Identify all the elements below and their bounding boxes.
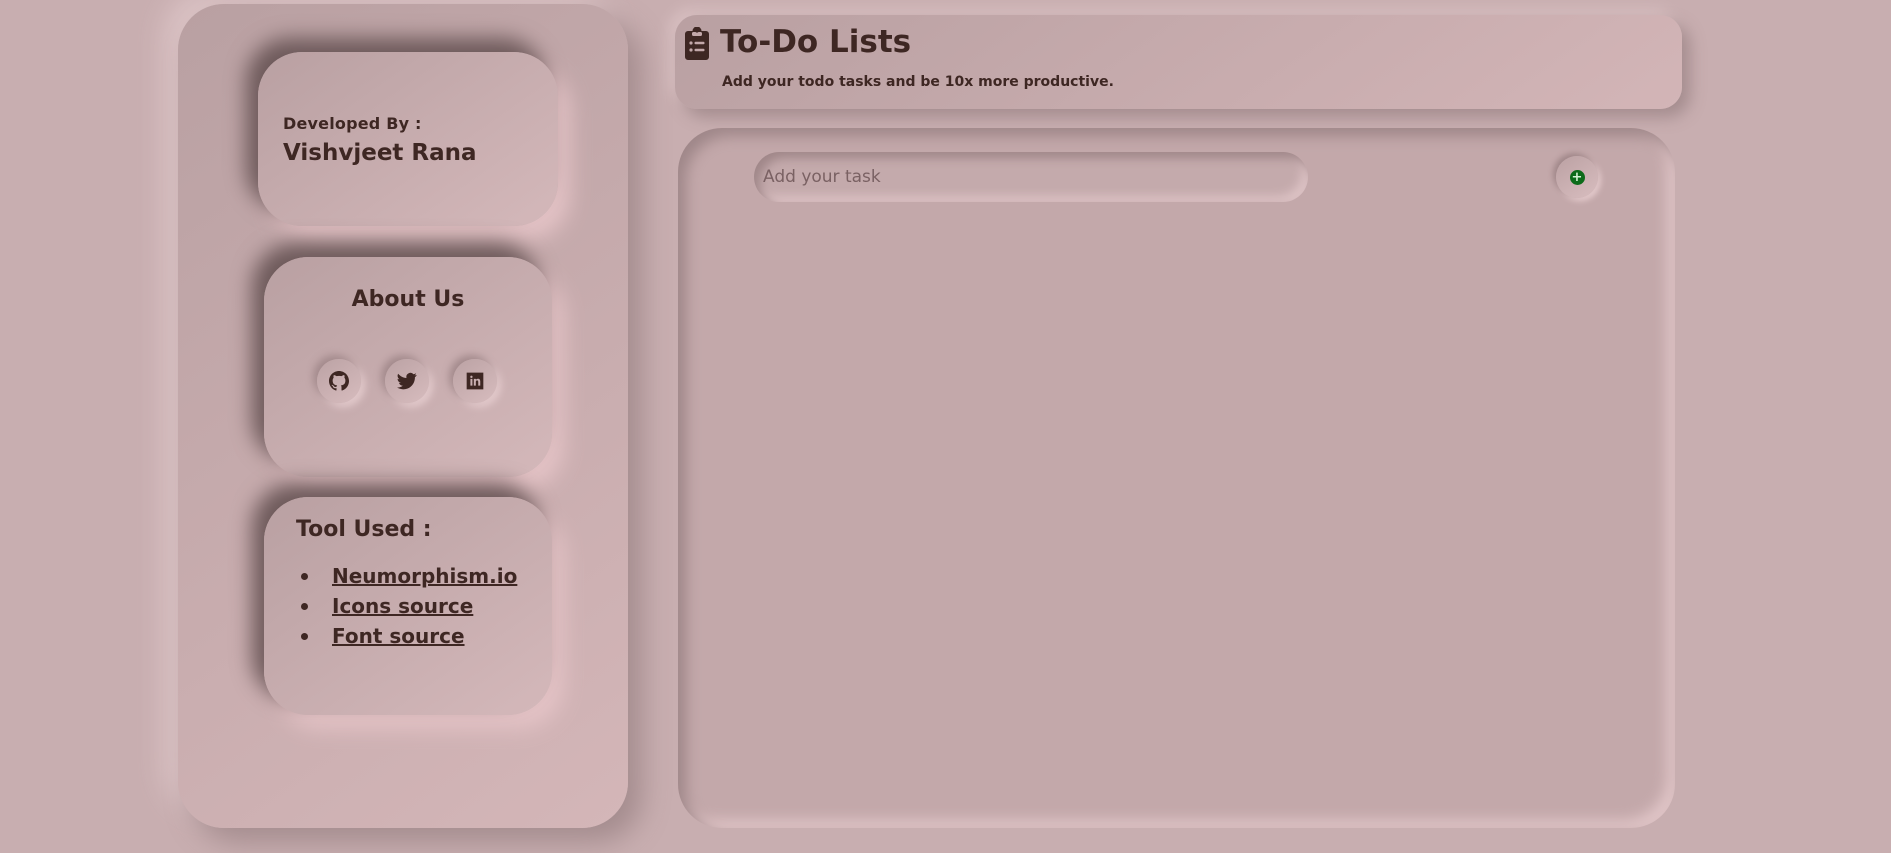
social-links: [317, 359, 499, 403]
list-item: Font source: [298, 621, 517, 651]
page: Developed By : Vishvjeet Rana About Us T…: [0, 0, 1891, 853]
list-item: Neumorphism.io: [298, 561, 517, 591]
task-input[interactable]: [754, 152, 1308, 202]
icons-source-link[interactable]: Icons source: [332, 594, 473, 618]
about-title: About Us: [351, 287, 465, 312]
developer-card: Developed By : Vishvjeet Rana: [258, 52, 558, 226]
about-card: About Us: [264, 257, 552, 477]
github-icon: [329, 371, 349, 391]
add-task-button[interactable]: +: [1556, 156, 1598, 198]
page-title: To-Do Lists: [720, 24, 912, 60]
task-panel: +: [678, 128, 1675, 828]
list-item: Icons source: [298, 591, 517, 621]
linkedin-link[interactable]: [453, 359, 497, 403]
github-link[interactable]: [317, 359, 361, 403]
font-source-link[interactable]: Font source: [332, 624, 465, 648]
twitter-icon: [397, 372, 417, 390]
clipboard-list-icon: [685, 27, 709, 60]
developer-name: Vishvjeet Rana: [283, 140, 477, 166]
plus-circle-icon: +: [1569, 169, 1585, 185]
developer-label: Developed By :: [283, 114, 422, 133]
linkedin-icon: [466, 372, 484, 390]
sidebar: Developed By : Vishvjeet Rana About Us T…: [178, 4, 628, 828]
tools-list: Neumorphism.io Icons source Font source: [298, 561, 517, 651]
page-subtitle: Add your todo tasks and be 10x more prod…: [722, 74, 1114, 90]
tools-card: Tool Used : Neumorphism.io Icons source …: [264, 497, 552, 715]
header: To-Do Lists Add your todo tasks and be 1…: [675, 15, 1682, 109]
neumorphism-link[interactable]: Neumorphism.io: [332, 564, 517, 588]
twitter-link[interactable]: [385, 359, 429, 403]
tools-title: Tool Used :: [296, 517, 432, 542]
